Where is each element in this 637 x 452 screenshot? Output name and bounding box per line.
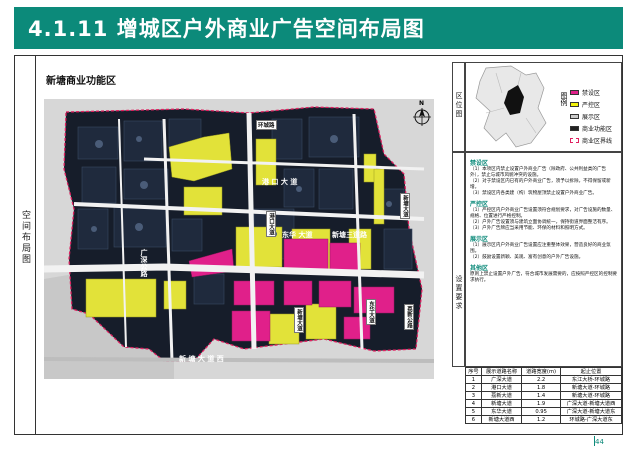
paragraph: （2）鼓励设置新颖、美观、富有创意的户外广告设施。 xyxy=(470,255,584,260)
paragraph: （3）禁设区内各类建（构）筑物屋顶禁止设置户外商业广告。 xyxy=(470,191,597,196)
paragraph: 原则上禁止设置户外广告，符合城市发展需要的，应按照严控区的控制要求执行。 xyxy=(470,272,618,283)
tag-xintang: 新塘大道 xyxy=(400,193,410,219)
tag-huancheng: 环城路 xyxy=(256,120,277,130)
legend-title: 图例 xyxy=(560,92,568,106)
paragraph: （3）户外广告牌应当采用节能、环保的材料和照明方式。 xyxy=(470,226,588,231)
legend-item-jinshe: 禁设区 xyxy=(570,88,612,97)
map-svg xyxy=(43,99,435,379)
location-label: 区位图 xyxy=(455,92,463,119)
legend-item-shangye: 商业功能区 xyxy=(570,124,612,133)
table-header: 道路宽度(m) xyxy=(521,367,562,376)
table-row: 5 东华大道 0.95 广深大道-新塘大道东 xyxy=(465,407,622,416)
north-label: N xyxy=(419,100,425,107)
tag-lixin: 荔新公路 xyxy=(404,304,414,330)
road-label-xintang-w: 新 塘 大 道 西 xyxy=(179,355,224,363)
page-number: 44 xyxy=(595,438,604,446)
table-header: 展示道路名称 xyxy=(480,367,523,376)
tag-gangkou: 港口大道 xyxy=(266,211,276,237)
paragraph: （1）严控区内户外商业广告设置须符合规划要求，对广告设施的数量、规格、位置进行严… xyxy=(470,208,616,219)
section-head: 展示区 xyxy=(470,236,489,243)
table-row: 2 港口大道 1.8 新塘大道-环城路 xyxy=(465,383,622,392)
legend-swatch xyxy=(570,114,579,119)
requirements-column xyxy=(452,152,465,367)
page-title: 4.1.11 增城区户外商业广告空间布局图 xyxy=(28,17,425,41)
section-head: 禁设区 xyxy=(470,160,489,167)
table-header-row: 序号 展示道路名称 道路宽度(m) 起止位置 xyxy=(465,367,622,376)
legend-item-boundary: 商业区界线 xyxy=(570,136,612,145)
road-label-donghua: 东华 大道 xyxy=(282,231,313,239)
legend-swatch xyxy=(570,90,579,95)
paragraph: （2）对于禁设区内已有的户外商业广告，须予以拆除，不得保留或新增。 xyxy=(470,179,611,190)
table-row: 1 广深大道 2.2 东江大桥-环城路 xyxy=(465,375,622,384)
legend-item-zhanshi: 展示区 xyxy=(570,112,612,121)
map-title: 新塘商业功能区 xyxy=(46,76,116,87)
road-table: 序号 展示道路名称 道路宽度(m) 起止位置 1 广深大道 2.2 东江大桥-环城路 … xyxy=(465,367,622,424)
table-row: 4 新塘大道 1.9 广深大道-新塘大道西 xyxy=(465,399,622,408)
legend-swatch xyxy=(570,126,579,131)
legend-swatch xyxy=(570,138,579,143)
paragraph: （1）本项区内禁止设置户外商业广告（除政府、公共利益类的广告外），禁止与城市风貌… xyxy=(470,167,607,178)
map-area: N 新 塘 大 道 西 广深公路 港 口 大 道 东华 大道 新塘三道路 环城路… xyxy=(43,99,435,379)
location-map-svg xyxy=(475,65,547,148)
page-title-bar: 4.1.11 增城区户外商业广告空间布局图 xyxy=(14,7,623,49)
section-head: 严控区 xyxy=(470,201,489,208)
section-head: 其他区 xyxy=(470,265,489,272)
road-label-xintang-san: 新塘三道路 xyxy=(332,231,367,239)
legend: 禁设区 严控区 展示区 商业功能区 商业区界线 xyxy=(570,88,612,148)
tag-xintang-2: 新塘大道 xyxy=(294,307,304,333)
legend-item-yankong: 严控区 xyxy=(570,100,612,109)
requirements-label: 设置要求 xyxy=(455,275,463,311)
legend-swatch xyxy=(570,102,579,107)
left-column-label: 空间布局图 xyxy=(20,210,30,265)
table-header: 起止位置 xyxy=(560,367,622,376)
road-label-guangshen: 广深公路 xyxy=(140,249,148,277)
paragraph: （1）展示区内户外商业广告设置应注重整体效果，营造良好的商业氛围。 xyxy=(470,243,611,254)
table-row: 3 荔新大道 1.4 新塘大道-环城路 xyxy=(465,391,622,400)
road-label-gangkou: 港 口 大 道 xyxy=(262,178,298,186)
requirements-text: 禁设区 （1）本项区内禁止设置户外商业广告（除政府、公共利益类的广告外），禁止与… xyxy=(465,152,622,367)
table-row: 6 新塘大道西 1.2 环城路-广深大道东 xyxy=(465,415,622,424)
tag-donghua: 东华大道 xyxy=(366,299,376,325)
table-header: 序号 xyxy=(465,367,482,376)
